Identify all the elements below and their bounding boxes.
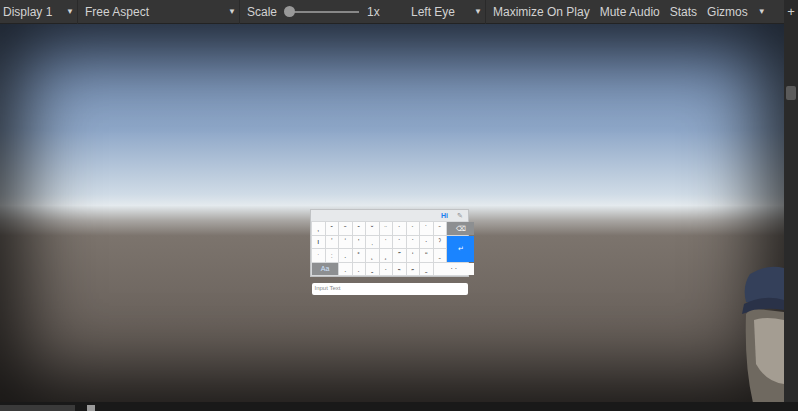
keyboard-key[interactable]: ` xyxy=(393,222,406,235)
keyboard-header: Hi ✎ xyxy=(311,210,468,221)
dropdown-arrow-icon: ▼ xyxy=(66,7,74,16)
keyboard-key[interactable]: , xyxy=(312,222,325,235)
character-figure xyxy=(736,264,784,402)
keyboard-key[interactable]: ' xyxy=(353,236,366,249)
keyboard-key[interactable]: ˑ xyxy=(312,249,325,262)
scale-label: Scale xyxy=(247,5,277,19)
keyboard-key[interactable]: · xyxy=(420,236,433,249)
scale-value: 1x xyxy=(367,5,380,19)
scale-slider[interactable] xyxy=(285,11,359,13)
keyboard-key[interactable]: ˆ xyxy=(326,222,339,235)
keyboard-key[interactable]: ː xyxy=(326,249,339,262)
keyboard-key[interactable]: ˘ xyxy=(366,222,379,235)
unity-game-view: Display 1▼ Free Aspect▼ Scale 1x Left Ey… xyxy=(0,0,798,411)
keyboard-key[interactable]: ˵ xyxy=(393,263,406,276)
keyboard-key[interactable]: ʹ xyxy=(407,249,420,262)
bottom-tab[interactable] xyxy=(0,405,75,411)
keyboard-key[interactable]: ʺ xyxy=(420,249,433,262)
keyboard-key[interactable]: ˝ xyxy=(393,249,406,262)
keyboard-key[interactable]: ˋ xyxy=(393,236,406,249)
scale-control: Scale 1x xyxy=(244,0,404,24)
keyboard-key[interactable]: Aa xyxy=(312,263,338,276)
keyboard-panel: Hi ✎ ,ˆ˜ˇ˘¨`´˙ˉ⌫ıʼʻ'ˌˈˋˊ·ˀ↵ˑː.˚˛¸˝ʹʺˍAaˏ… xyxy=(310,209,469,277)
keyboard-key[interactable]: ˛ xyxy=(366,249,379,262)
keyboard-key[interactable]: ↵ xyxy=(447,236,474,262)
keyboard-key[interactable]: ˊ xyxy=(407,236,420,249)
keyboard-key[interactable]: ˎ xyxy=(353,263,366,276)
toolbar-toggle[interactable]: Stats xyxy=(667,0,700,24)
dropdown-arrow-icon: ▼ xyxy=(474,7,482,16)
language-button[interactable]: Hi xyxy=(441,212,448,219)
keyboard-key[interactable]: ⌫ xyxy=(447,222,474,235)
aspect-dropdown[interactable]: Free Aspect▼ xyxy=(82,0,240,24)
right-scrollbar: + xyxy=(784,0,798,402)
scale-slider-thumb[interactable] xyxy=(284,6,295,17)
scrollbar-thumb[interactable] xyxy=(786,86,796,100)
keyboard-key[interactable]: ¨ xyxy=(380,222,393,235)
eye-dropdown[interactable]: Left Eye▼ xyxy=(408,0,486,24)
bottom-bar xyxy=(0,402,798,411)
keyboard-key[interactable]: ˌ xyxy=(366,236,379,249)
keyboard-key[interactable]: ˜ xyxy=(339,222,352,235)
keyboard-key[interactable]: ˚ xyxy=(353,249,366,262)
keyboard-key[interactable]: ˍ xyxy=(434,249,447,262)
toolbar-toggle[interactable]: Maximize On Play xyxy=(490,0,593,24)
keyboard-key[interactable]: . xyxy=(339,249,352,262)
keyboard-key[interactable]: ˀ xyxy=(434,236,447,249)
keyboard-key[interactable]: ˉ xyxy=(434,222,447,235)
panel-icon[interactable] xyxy=(87,405,95,411)
keyboard-key[interactable]: ʼ xyxy=(326,236,339,249)
keyboard-key[interactable]: ˶ xyxy=(407,263,420,276)
keyboard-key[interactable]: ˷ xyxy=(420,263,433,276)
vr-keyboard: Hi ✎ ,ˆ˜ˇ˘¨`´˙ˉ⌫ıʼʻ'ˌˈˋˊ·ˀ↵ˑː.˚˛¸˝ʹʺˍAaˏ… xyxy=(310,209,469,295)
keyboard-key[interactable]: ʻ xyxy=(339,236,352,249)
keyboard-key[interactable]: ˇ xyxy=(353,222,366,235)
keyboard-key[interactable]: · · xyxy=(434,263,475,276)
input-field[interactable]: Input Text xyxy=(312,283,468,295)
keyboard-key[interactable]: ˏ xyxy=(339,263,352,276)
display-dropdown[interactable]: Display 1▼ xyxy=(0,0,78,24)
gizmos-dropdown[interactable]: ▼ xyxy=(755,0,769,24)
add-tab-button[interactable]: + xyxy=(787,0,795,24)
edit-icon[interactable]: ✎ xyxy=(457,212,463,220)
gizmos-button[interactable]: Gizmos xyxy=(704,0,751,24)
keyboard-key[interactable]: ˴ xyxy=(380,263,393,276)
keyboard-key[interactable]: ´ xyxy=(407,222,420,235)
key-grid: ,ˆ˜ˇ˘¨`´˙ˉ⌫ıʼʻ'ˌˈˋˊ·ˀ↵ˑː.˚˛¸˝ʹʺˍAaˏˎˬ˴˵˶… xyxy=(311,221,468,276)
keyboard-key[interactable]: ˈ xyxy=(380,236,393,249)
keyboard-key[interactable]: ı xyxy=(312,236,325,249)
keyboard-key[interactable]: ¸ xyxy=(380,249,393,262)
toolbar-toggle[interactable]: Mute Audio xyxy=(597,0,663,24)
keyboard-key[interactable]: ˙ xyxy=(420,222,433,235)
game-toolbar: Display 1▼ Free Aspect▼ Scale 1x Left Ey… xyxy=(0,0,784,24)
game-viewport: Hi ✎ ,ˆ˜ˇ˘¨`´˙ˉ⌫ ıʼʻ'ˌˈˋˊ·ˀ↵ ˑː.˚˛¸˝ʹʺˍ Aaˏ… xyxy=(0,24,784,402)
dropdown-arrow-icon: ▼ xyxy=(228,7,236,16)
keyboard-key[interactable]: ˬ xyxy=(366,263,379,276)
